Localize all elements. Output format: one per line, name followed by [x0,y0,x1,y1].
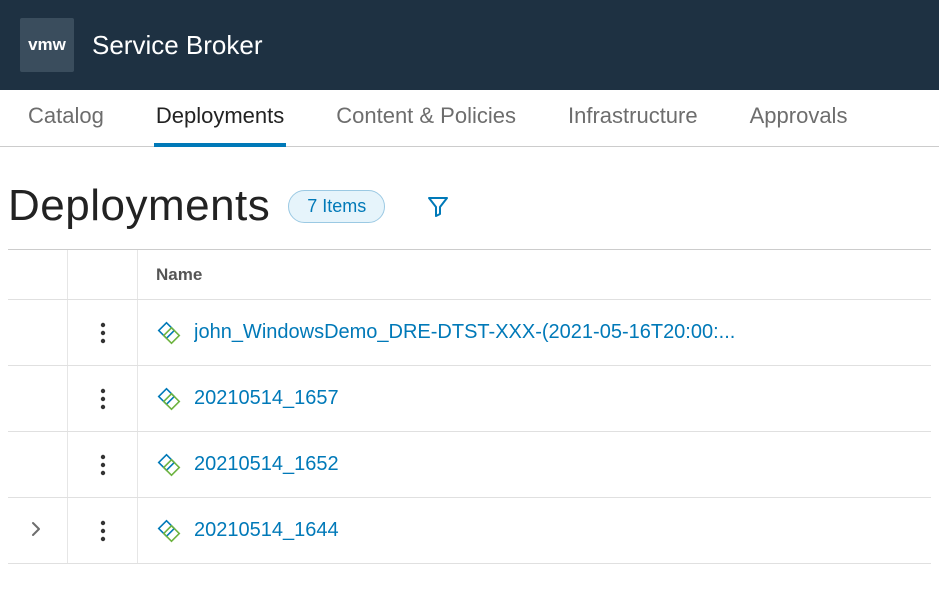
tab-deployments[interactable]: Deployments [154,90,286,147]
col-expand-header [8,250,68,299]
tab-catalog[interactable]: Catalog [26,90,106,147]
row-actions-cell [68,366,138,431]
table-header-row: Name [8,250,931,300]
app-title: Service Broker [92,30,263,61]
table-row: john_WindowsDemo_DRE-DTST-XXX-(2021-05-1… [8,300,931,366]
row-actions-menu[interactable] [92,451,114,479]
table-row: 20210514_1657 [8,366,931,432]
row-name-cell: 20210514_1644 [138,498,917,563]
deployment-icon [156,452,182,478]
kebab-icon [100,387,106,411]
page-heading: Deployments 7 Items [8,175,931,249]
deployment-icon [156,518,182,544]
deployment-icon [156,386,182,412]
deployment-link[interactable]: john_WindowsDemo_DRE-DTST-XXX-(2021-05-1… [156,320,899,346]
col-spacer-header [917,250,939,299]
col-actions-header [68,250,138,299]
col-name-header[interactable]: Name [138,250,917,299]
logo-text: vmw [28,35,66,55]
row-name-cell: 20210514_1657 [138,366,917,431]
deployment-name: 20210514_1657 [194,387,339,410]
table-row: 20210514_1652 [8,432,931,498]
row-actions-cell [68,498,138,563]
col-name-label: Name [156,265,202,285]
expand-toggle[interactable] [27,520,49,542]
tab-infrastructure[interactable]: Infrastructure [566,90,700,147]
tab-content-policies[interactable]: Content & Policies [334,90,518,147]
chevron-right-icon [27,520,45,538]
page-body: Deployments 7 Items Name [0,147,939,564]
deployment-link[interactable]: 20210514_1652 [156,452,899,478]
app-header: vmw Service Broker [0,0,939,90]
row-name-cell: john_WindowsDemo_DRE-DTST-XXX-(2021-05-1… [138,300,917,365]
row-actions-menu[interactable] [92,517,114,545]
row-expand-cell [8,498,68,563]
row-expand-cell [8,432,68,497]
deployment-link[interactable]: 20210514_1657 [156,386,899,412]
kebab-icon [100,519,106,543]
kebab-icon [100,453,106,477]
row-expand-cell [8,366,68,431]
filter-button[interactable] [421,189,455,223]
deployments-table: Name john_WindowsDemo_DRE-DTST-XXX-(2021… [8,249,931,564]
row-actions-menu[interactable] [92,385,114,413]
deployment-icon [156,320,182,346]
page-title: Deployments [8,181,270,231]
vmw-logo: vmw [20,18,74,72]
row-name-cell: 20210514_1652 [138,432,917,497]
table-row: 20210514_1644 [8,498,931,564]
deployment-name: john_WindowsDemo_DRE-DTST-XXX-(2021-05-1… [194,321,735,344]
tab-approvals[interactable]: Approvals [748,90,850,147]
row-actions-menu[interactable] [92,319,114,347]
deployment-name: 20210514_1652 [194,453,339,476]
main-tabs: Catalog Deployments Content & Policies I… [0,90,939,147]
deployment-link[interactable]: 20210514_1644 [156,518,899,544]
row-actions-cell [68,432,138,497]
row-expand-cell [8,300,68,365]
deployment-name: 20210514_1644 [194,519,339,542]
kebab-icon [100,321,106,345]
item-count-badge: 7 Items [288,190,385,223]
row-actions-cell [68,300,138,365]
filter-icon [426,194,450,218]
